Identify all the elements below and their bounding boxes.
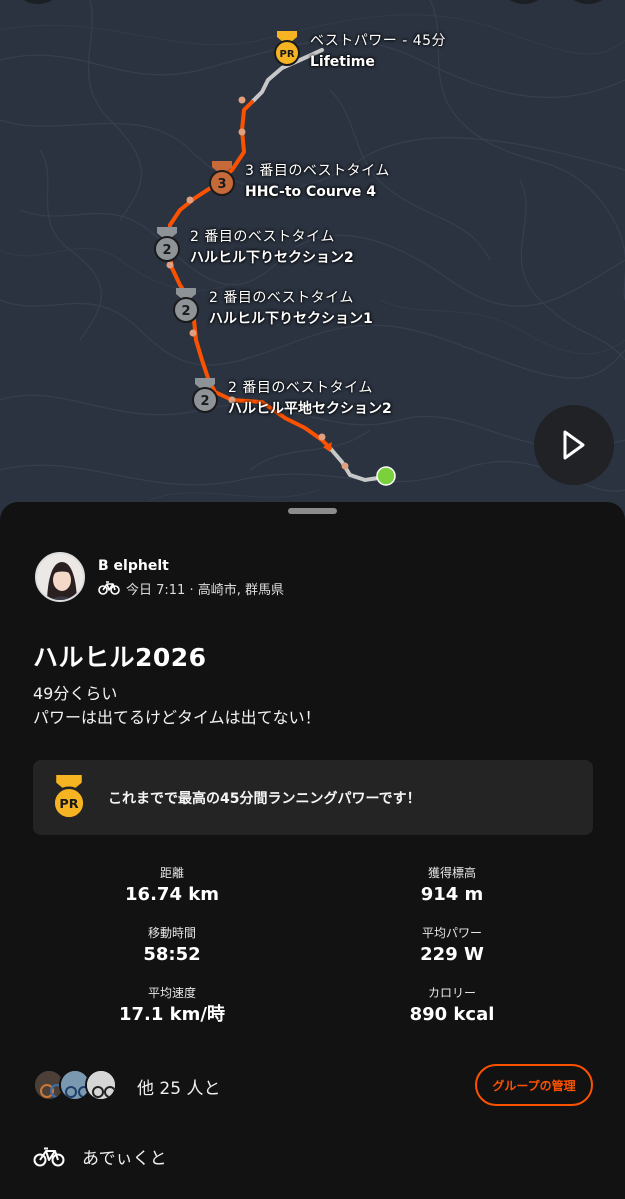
milestone-subtitle: Lifetime <box>310 54 375 70</box>
play-icon <box>563 430 585 460</box>
svg-text:2: 2 <box>162 243 171 258</box>
stat-elevation: 獲得標高 914 m <box>352 865 552 907</box>
group-row: 他 25 人と グループの管理 <box>33 1064 593 1106</box>
stat-label: 平均速度 <box>147 986 196 1000</box>
pr-medal-icon: PR <box>272 31 302 67</box>
description-line: パワーは出てるけどタイムは出てない！ <box>33 708 321 727</box>
map-milestone[interactable]: 3 3 番目のベストタイム HHC-to Courve 4 <box>207 161 390 203</box>
milestone-title: ベストパワー - 45分 <box>310 33 447 49</box>
stat-value: 914 m <box>420 884 484 905</box>
description-line: 49分くらい <box>33 684 118 703</box>
silver-medal-icon: 2 <box>190 378 220 414</box>
stat-value: 890 kcal <box>409 1004 495 1025</box>
milestone-subtitle: ハルヒル平地セクション2 <box>228 401 392 417</box>
milestone-title: 2 番目のベストタイム <box>190 229 335 245</box>
stat-value: 16.74 km <box>125 884 219 905</box>
stat-value: 229 W <box>420 944 484 965</box>
stat-value: 17.1 km/時 <box>119 1004 225 1025</box>
stat-distance: 距離 16.74 km <box>72 865 272 907</box>
bike-icon <box>98 581 120 595</box>
svg-text:PR: PR <box>279 49 294 60</box>
activity-time-location: 今日 7:11 · 高崎市, 群馬県 <box>126 582 284 598</box>
athlete-header[interactable]: B elphelt 今日 7:11 · 高崎市, 群馬県 <box>35 552 284 602</box>
pr-medal-icon: PR <box>49 774 89 821</box>
stat-label: 移動時間 <box>147 926 196 940</box>
svg-text:PR: PR <box>59 797 78 812</box>
silver-medal-icon: 2 <box>152 227 182 263</box>
map-milestone[interactable]: 2 2 番目のベストタイム ハルヒル下りセクション1 <box>171 288 373 330</box>
map-milestone[interactable]: 2 2 番目のベストタイム ハルヒル下りセクション2 <box>152 227 354 269</box>
activity-sheet: B elphelt 今日 7:11 · 高崎市, 群馬県 ハルヒル2026 49… <box>0 502 625 1199</box>
svg-text:2: 2 <box>181 304 190 319</box>
activity-description: 49分くらい パワーは出てるけどタイムは出てない！ <box>33 682 321 730</box>
stat-label: 距離 <box>159 866 184 880</box>
stat-label: 平均パワー <box>421 926 482 940</box>
manage-group-button[interactable]: グループの管理 <box>475 1064 593 1106</box>
group-others-count[interactable]: 他 25 人と <box>137 1074 220 1099</box>
activity-title: ハルヒル2026 <box>33 643 207 672</box>
avatar[interactable] <box>85 1069 117 1101</box>
route-segment-grey <box>328 446 380 483</box>
stat-avg-speed: 平均速度 17.1 km/時 <box>72 985 272 1027</box>
pr-achievement-text: これまでで最高の45分間ランニングパワーです！ <box>108 790 421 807</box>
stat-value: 58:52 <box>143 944 201 965</box>
milestone-title: 3 番目のベストタイム <box>245 163 390 179</box>
bike-icon <box>33 1147 65 1166</box>
start-marker <box>376 466 396 486</box>
pr-achievement-card[interactable]: PR これまでで最高の45分間ランニングパワーです！ <box>33 760 593 835</box>
avatar[interactable] <box>35 552 85 602</box>
map-milestone[interactable]: 2 2 番目のベストタイム ハルヒル平地セクション2 <box>190 378 392 420</box>
silver-medal-icon: 2 <box>171 288 201 324</box>
stat-avg-power: 平均パワー 229 W <box>352 925 552 967</box>
gear-row[interactable]: あでぃくと <box>33 1144 167 1169</box>
athlete-name[interactable]: B elphelt <box>98 557 284 575</box>
milestone-subtitle: ハルヒル下りセクション1 <box>209 311 373 327</box>
route-map[interactable]: PR ベストパワー - 45分 Lifetime 3 3 番目のベストタイム H… <box>0 0 625 520</box>
milestone-subtitle: ハルヒル下りセクション2 <box>190 250 354 266</box>
gear-name: あでぃくと <box>82 1149 167 1169</box>
map-milestone[interactable]: PR ベストパワー - 45分 Lifetime <box>272 31 446 73</box>
stat-moving-time: 移動時間 58:52 <box>72 925 272 967</box>
svg-text:3: 3 <box>217 177 226 192</box>
bronze-medal-icon: 3 <box>207 161 237 197</box>
stat-label: 獲得標高 <box>427 866 476 880</box>
stat-label: カロリー <box>427 986 476 1000</box>
milestone-title: 2 番目のベストタイム <box>209 290 354 306</box>
milestone-subtitle: HHC-to Courve 4 <box>245 184 377 200</box>
sheet-drag-handle[interactable] <box>288 508 337 514</box>
svg-text:2: 2 <box>200 394 209 409</box>
play-flyover-button[interactable] <box>534 405 614 485</box>
stat-calories: カロリー 890 kcal <box>352 985 552 1027</box>
milestone-title: 2 番目のベストタイム <box>228 380 373 396</box>
